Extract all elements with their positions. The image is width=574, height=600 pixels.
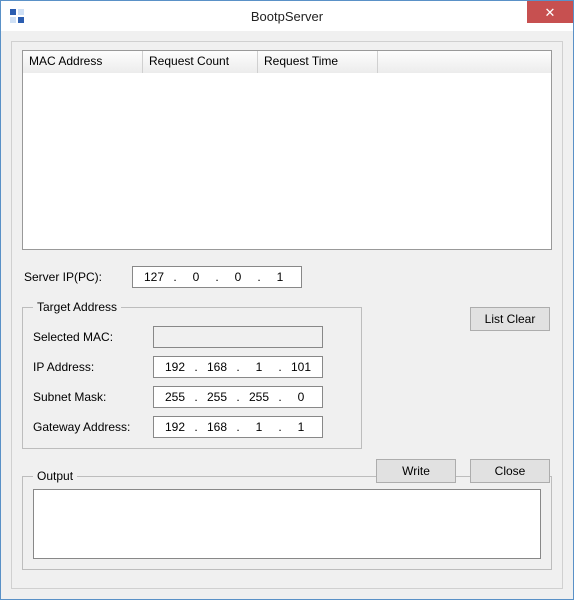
gateway-input[interactable]: . . . <box>153 416 323 438</box>
output-textarea[interactable] <box>33 489 541 559</box>
inner-panel: MAC Address Request Count Request Time S… <box>11 41 563 589</box>
client-area: MAC Address Request Count Request Time S… <box>1 31 573 599</box>
ip-address-label: IP Address: <box>33 360 153 374</box>
list-clear-button[interactable]: List Clear <box>470 307 550 331</box>
subnet-octet-2[interactable] <box>200 390 234 404</box>
output-legend: Output <box>33 469 77 483</box>
dot-icon: . <box>234 390 242 404</box>
col-mac-address[interactable]: MAC Address <box>23 51 143 73</box>
ip-address-row: IP Address: . . . <box>33 356 351 378</box>
dot-icon: . <box>234 420 242 434</box>
col-request-time[interactable]: Request Time <box>258 51 378 73</box>
gateway-octet-2[interactable] <box>200 420 234 434</box>
ip-octet-1[interactable] <box>158 360 192 374</box>
dot-icon: . <box>234 360 242 374</box>
selected-mac-label: Selected MAC: <box>33 330 153 344</box>
subnet-octet-1[interactable] <box>158 390 192 404</box>
server-ip-octet-3[interactable] <box>221 270 255 284</box>
titlebar: BootpServer ✕ <box>1 1 573 31</box>
output-group: Output <box>22 469 552 570</box>
list-body[interactable] <box>23 73 551 249</box>
server-ip-octet-1[interactable] <box>137 270 171 284</box>
target-legend: Target Address <box>33 300 121 314</box>
subnet-octet-4[interactable] <box>284 390 318 404</box>
dot-icon: . <box>171 270 179 284</box>
gateway-label: Gateway Address: <box>33 420 153 434</box>
dot-icon: . <box>276 360 284 374</box>
ip-octet-3[interactable] <box>242 360 276 374</box>
server-ip-input[interactable]: . . . <box>132 266 302 288</box>
close-icon: ✕ <box>545 6 556 19</box>
gateway-row: Gateway Address: . . . <box>33 416 351 438</box>
ip-octet-4[interactable] <box>284 360 318 374</box>
server-ip-octet-2[interactable] <box>179 270 213 284</box>
dot-icon: . <box>255 270 263 284</box>
dot-icon: . <box>276 390 284 404</box>
subnet-mask-input[interactable]: . . . <box>153 386 323 408</box>
server-ip-octet-4[interactable] <box>263 270 297 284</box>
ip-octet-2[interactable] <box>200 360 234 374</box>
close-button[interactable]: Close <box>470 459 550 483</box>
write-button[interactable]: Write <box>376 459 456 483</box>
subnet-mask-row: Subnet Mask: . . . <box>33 386 351 408</box>
close-window-button[interactable]: ✕ <box>527 1 573 23</box>
selected-mac-field <box>153 326 323 348</box>
subnet-octet-3[interactable] <box>242 390 276 404</box>
app-window: BootpServer ✕ MAC Address Request Count … <box>0 0 574 600</box>
target-address-group: Target Address Selected MAC: IP Address:… <box>22 300 362 449</box>
gateway-octet-3[interactable] <box>242 420 276 434</box>
server-ip-label: Server IP(PC): <box>22 270 132 284</box>
gateway-octet-1[interactable] <box>158 420 192 434</box>
dot-icon: . <box>192 420 200 434</box>
list-header-row: MAC Address Request Count Request Time <box>23 51 551 73</box>
server-ip-row: Server IP(PC): . . . <box>22 266 552 288</box>
selected-mac-row: Selected MAC: <box>33 326 351 348</box>
col-request-count[interactable]: Request Count <box>143 51 258 73</box>
col-filler <box>378 51 551 73</box>
app-icon <box>9 8 25 24</box>
subnet-mask-label: Subnet Mask: <box>33 390 153 404</box>
dot-icon: . <box>213 270 221 284</box>
ip-address-input[interactable]: . . . <box>153 356 323 378</box>
window-title: BootpServer <box>1 9 573 24</box>
mac-list[interactable]: MAC Address Request Count Request Time <box>22 50 552 250</box>
gateway-octet-4[interactable] <box>284 420 318 434</box>
dot-icon: . <box>192 390 200 404</box>
dot-icon: . <box>276 420 284 434</box>
dot-icon: . <box>192 360 200 374</box>
